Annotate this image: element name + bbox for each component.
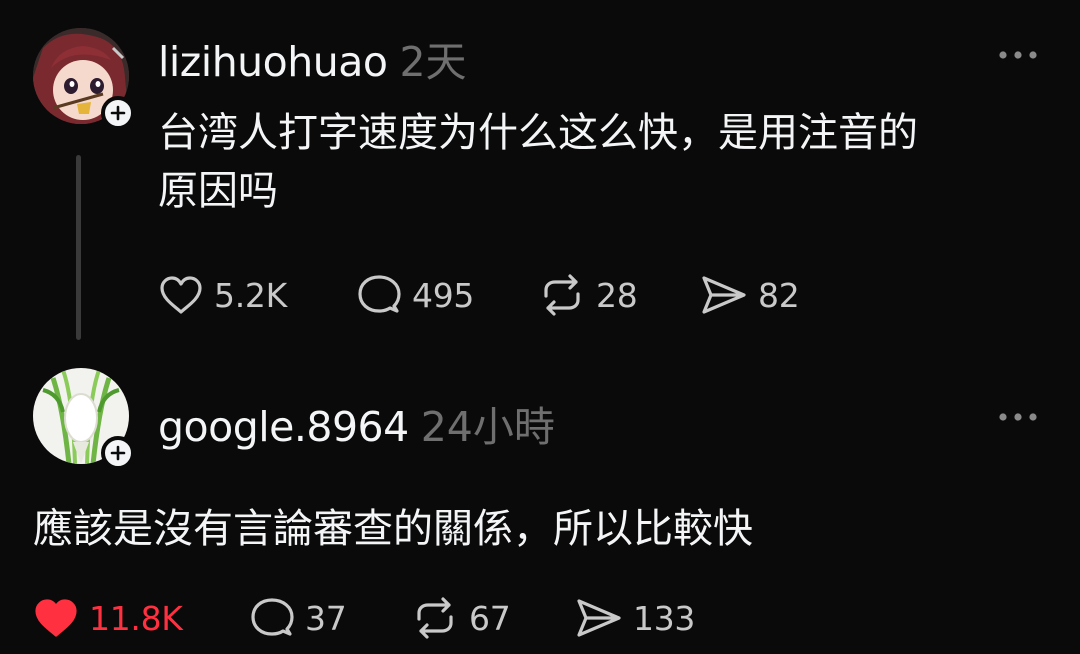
plus-icon (110, 105, 126, 121)
username[interactable]: lizihuohuao (158, 38, 388, 86)
post-text: 應該是沒有言論審查的關係，所以比較快 (33, 506, 753, 552)
share-count: 82 (758, 275, 800, 315)
like-count: 5.2K (214, 275, 287, 315)
repost-button[interactable]: 67 (411, 597, 511, 639)
thread-post: google.8964 24小時 應該是沒有言論審查的關係，所以比較快 11.8… (0, 345, 1080, 654)
post-text-line: 原因吗 (158, 168, 278, 214)
like-count: 11.8K (89, 598, 183, 638)
action-bar: 11.8K 37 67 133 (33, 597, 733, 641)
like-button[interactable]: 5.2K (158, 274, 287, 316)
comment-icon (251, 598, 294, 636)
share-icon (577, 599, 621, 637)
avatar[interactable] (33, 28, 135, 130)
follow-button[interactable] (101, 96, 135, 130)
heart-filled-icon (35, 599, 77, 637)
heart-icon (160, 276, 202, 314)
comment-icon (358, 275, 401, 313)
action-bar: 5.2K 495 28 82 (158, 274, 858, 318)
reply-count: 495 (412, 275, 475, 315)
avatar[interactable] (33, 368, 135, 470)
post-text-line: 台湾人打字速度为什么这么快，是用注音的 (158, 110, 918, 156)
more-icon (999, 51, 1037, 59)
more-icon (999, 413, 1037, 421)
thread-post: lizihuohuao 2天 台湾人打字速度为什么这么快，是用注音的 原因吗 5… (0, 0, 1080, 345)
post-header: lizihuohuao 2天 (158, 28, 467, 88)
repost-count: 67 (469, 598, 511, 638)
share-button[interactable]: 133 (575, 597, 695, 639)
repost-count: 28 (596, 275, 638, 315)
share-count: 133 (633, 598, 696, 638)
timestamp: 2天 (399, 38, 467, 86)
more-button[interactable] (993, 402, 1043, 432)
repost-button[interactable]: 28 (538, 274, 638, 316)
reply-button[interactable]: 495 (356, 274, 474, 316)
follow-button[interactable] (101, 436, 135, 470)
repost-icon (544, 274, 580, 316)
username[interactable]: google.8964 (158, 403, 409, 451)
share-icon (702, 276, 746, 314)
post-header: google.8964 24小時 (158, 393, 555, 453)
thread-line (76, 155, 81, 340)
more-button[interactable] (993, 40, 1043, 70)
reply-button[interactable]: 37 (249, 597, 347, 639)
share-button[interactable]: 82 (700, 274, 800, 316)
repost-icon (417, 597, 453, 639)
post-text: 台湾人打字速度为什么这么快，是用注音的 原因吗 (158, 104, 918, 220)
timestamp: 24小時 (420, 403, 555, 451)
reply-count: 37 (305, 598, 347, 638)
like-button[interactable]: 11.8K (33, 597, 183, 639)
plus-icon (110, 445, 126, 461)
